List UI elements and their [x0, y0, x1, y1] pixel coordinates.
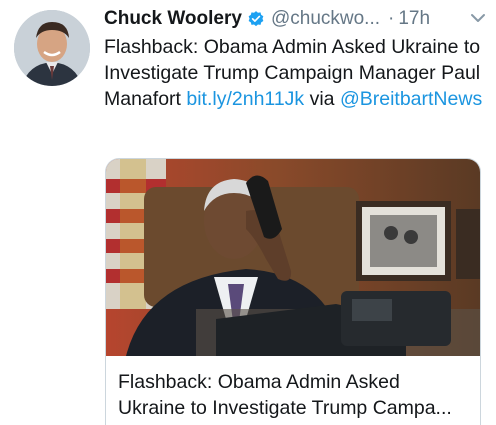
avatar-image: [14, 10, 90, 86]
timestamp[interactable]: 17h: [398, 8, 430, 30]
author-handle[interactable]: @chuckwo...: [271, 8, 380, 30]
card-title-line-2: Ukraine to Investigate Trump Campa...: [118, 397, 452, 419]
tweet-mention[interactable]: @BreitbartNews: [340, 88, 482, 110]
avatar[interactable]: [14, 10, 90, 86]
tweet-header: Chuck Woolery @chuckwo... · 17h: [104, 6, 488, 32]
card-title[interactable]: Flashback: Obama Admin Asked Ukraine to …: [118, 369, 470, 421]
tweet-via: via: [304, 88, 340, 110]
author-name[interactable]: Chuck Woolery: [104, 8, 242, 30]
link-card[interactable]: Flashback: Obama Admin Asked Ukraine to …: [105, 158, 481, 425]
card-title-line-1: Flashback: Obama Admin Asked: [118, 371, 400, 393]
verified-badge-icon: [248, 11, 264, 27]
tweet-link[interactable]: bit.ly/2nh11Jk: [186, 88, 304, 110]
card-image: [106, 159, 480, 356]
separator-dot: ·: [388, 8, 395, 29]
chevron-down-icon[interactable]: [468, 8, 488, 28]
tweet-text: Flashback: Obama Admin Asked Ukraine to …: [104, 34, 490, 112]
